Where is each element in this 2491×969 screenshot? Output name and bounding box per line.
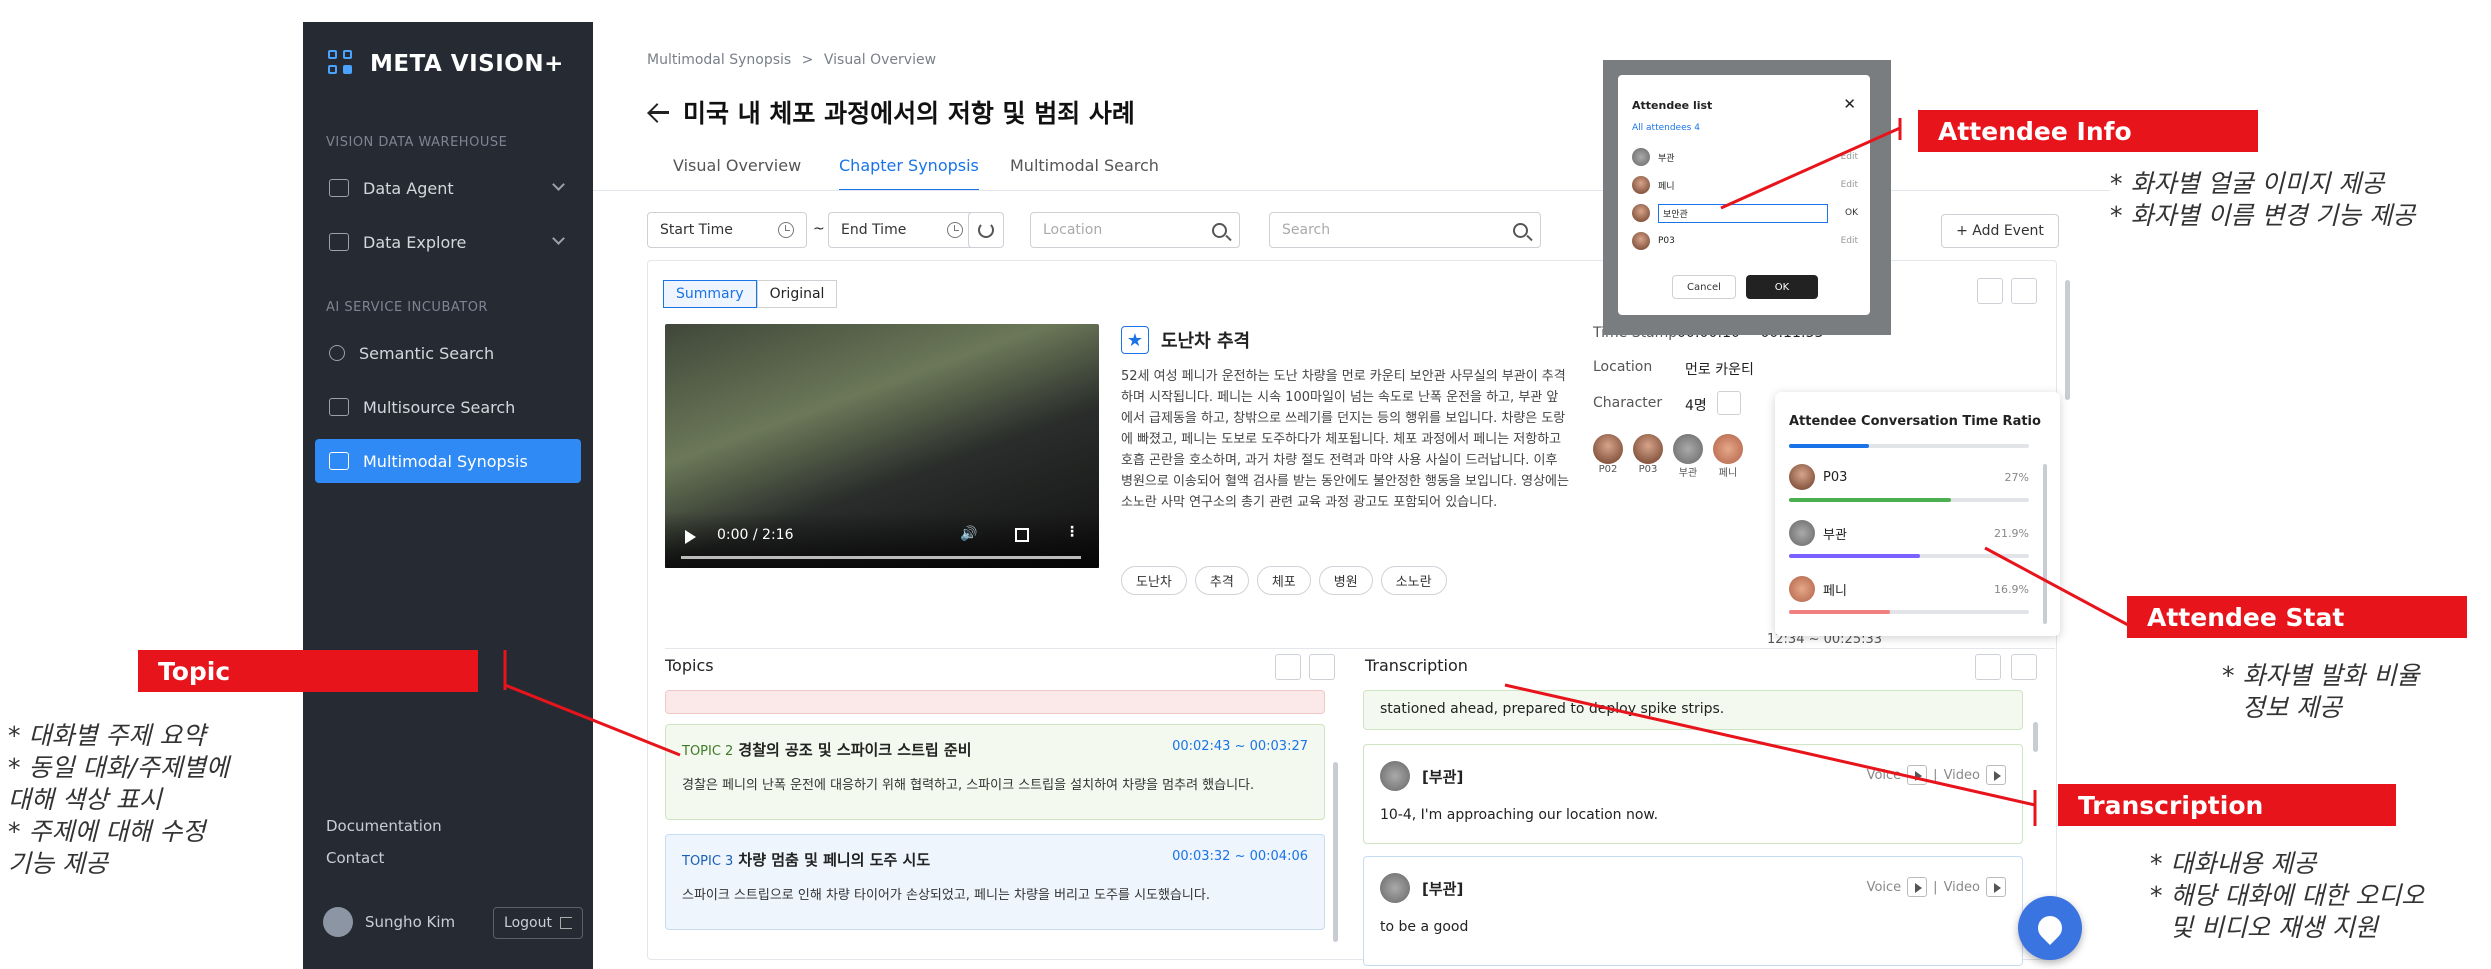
topic-label: Topic: [138, 650, 478, 692]
attendee-info-notes: * 화자별 얼굴 이미지 제공 * 화자별 이름 변경 기능 제공: [2110, 168, 2415, 232]
transcription-notes: * 대화내용 제공 * 해당 대화에 대한 오디오 및 비디오 재생 지원: [2150, 848, 2424, 944]
note-line: * 주제에 대해 수정: [8, 817, 206, 846]
attendee-stat-notes: * 화자별 발화 비율 정보 제공: [2222, 660, 2419, 724]
attendee-stat-label: Attendee Stat: [2127, 596, 2467, 638]
topic-notes: * 대화별 주제 요약 * 동일 대화/주제별에 대해 색상 표시 * 주제에 …: [8, 720, 229, 880]
note-line: 및 비디오 재생 지원: [2170, 913, 2378, 942]
note-line: * 대화내용 제공: [2150, 849, 2317, 878]
note-line: * 화자별 얼굴 이미지 제공: [2110, 169, 2385, 198]
note-line: * 화자별 이름 변경 기능 제공: [2110, 201, 2416, 230]
transcription-label: Transcription: [2058, 784, 2396, 826]
transcription-line: [1504, 683, 2036, 807]
note-line: 기능 제공: [8, 849, 108, 878]
note-line: 대해 색상 표시: [8, 785, 162, 814]
note-line: * 대화별 주제 요약: [8, 721, 206, 750]
note-line: 정보 제공: [2242, 693, 2342, 722]
attendee-info-label: Attendee Info: [1918, 110, 2258, 152]
attendee-stat-line: [1984, 546, 2131, 628]
note-line: * 해당 대화에 대한 오디오: [2150, 881, 2425, 910]
note-line: * 동일 대화/주제별에: [8, 753, 229, 782]
note-line: * 화자별 발화 비율: [2222, 661, 2420, 690]
topic-line: [504, 683, 681, 757]
attendee-info-line: [1720, 126, 1901, 210]
